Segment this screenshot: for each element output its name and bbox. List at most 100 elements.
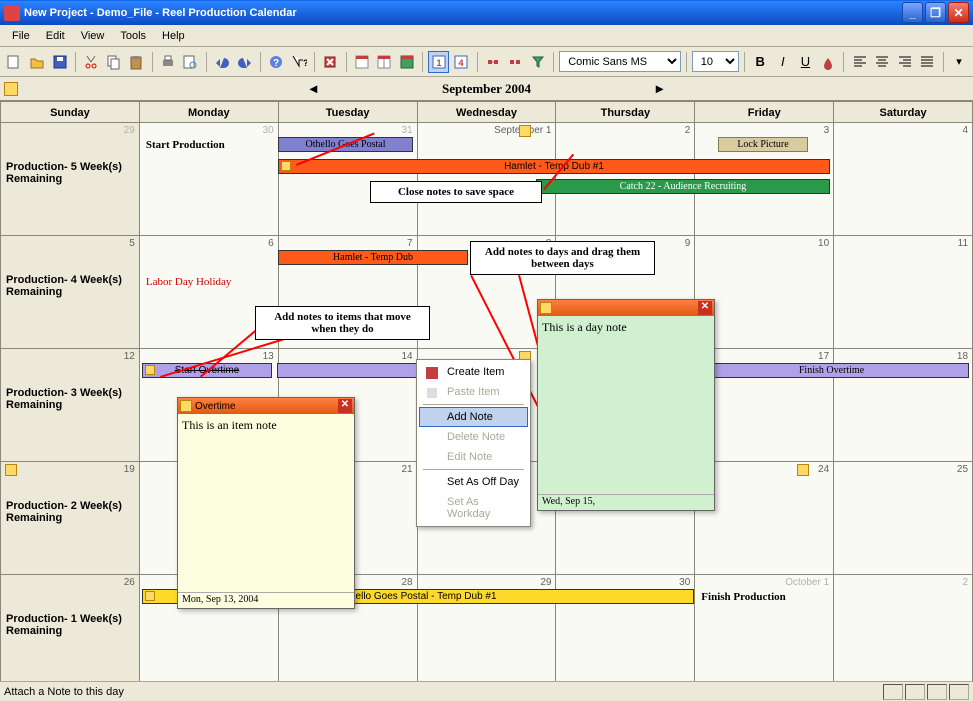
day-cell[interactable]: 4: [834, 123, 973, 235]
day-number: October 1: [785, 577, 829, 588]
event-blank-violet[interactable]: [277, 363, 417, 378]
close-button[interactable]: ✕: [948, 2, 969, 23]
menu-edit[interactable]: Edit: [38, 28, 73, 44]
sticky-body[interactable]: This is a day note: [538, 316, 714, 494]
unlink-icon[interactable]: [505, 51, 526, 73]
menu-view[interactable]: View: [73, 28, 113, 44]
day-number: 25: [957, 464, 968, 475]
event-finish-overtime[interactable]: Finish Overtime: [694, 363, 969, 378]
menu-tools[interactable]: Tools: [112, 28, 154, 44]
day-number: 13: [263, 351, 274, 362]
calendar-grid: Sunday Monday Tuesday Wednesday Thursday…: [0, 101, 973, 688]
dropdown-icon[interactable]: ▾: [949, 51, 970, 73]
save-icon[interactable]: [49, 51, 70, 73]
minimize-button[interactable]: _: [902, 2, 923, 23]
window-titlebar: New Project - Demo_File - Reel Productio…: [0, 0, 973, 25]
align-left-icon[interactable]: [849, 51, 870, 73]
day-cell[interactable]: 24: [695, 462, 834, 574]
align-center-icon[interactable]: [872, 51, 893, 73]
cal-view1-icon[interactable]: [352, 51, 373, 73]
event-catch22[interactable]: Catch 22 - Audience Recruiting: [536, 179, 830, 194]
svg-text:1: 1: [436, 58, 441, 68]
cut-icon[interactable]: [81, 51, 102, 73]
paste-icon[interactable]: [126, 51, 147, 73]
day-view-icon[interactable]: 1: [428, 51, 449, 73]
print-icon[interactable]: [158, 51, 179, 73]
menu-file[interactable]: File: [4, 28, 38, 44]
event-hamlet1[interactable]: Hamlet - Temp Dub #1: [278, 159, 830, 174]
menubar: File Edit View Tools Help: [0, 25, 973, 47]
sticky-note-overtime[interactable]: Overtime ✕ This is an item note Mon, Sep…: [177, 397, 355, 609]
day-cell[interactable]: October 1Finish Production: [695, 575, 834, 687]
week-label: Production- 5 Week(s) Remaining: [6, 161, 126, 185]
open-icon[interactable]: [27, 51, 48, 73]
sticky-header[interactable]: Overtime ✕: [178, 398, 354, 414]
day-note-icon[interactable]: [519, 125, 531, 137]
day-text: Finish Production: [701, 591, 785, 603]
day-cell[interactable]: 30Start Production: [140, 123, 279, 235]
justify-icon[interactable]: [917, 51, 938, 73]
cal-view2-icon[interactable]: [374, 51, 395, 73]
statusbar-text: Attach a Note to this day: [4, 686, 883, 698]
week-view-icon[interactable]: 4: [451, 51, 472, 73]
callout-add-items: Add notes to items that move when they d…: [255, 306, 430, 340]
filter-icon[interactable]: [528, 51, 549, 73]
menu-create-item[interactable]: Create Item: [419, 362, 528, 382]
menu-off-day[interactable]: Set As Off Day: [419, 472, 528, 492]
undo-icon[interactable]: [212, 51, 233, 73]
print-preview-icon[interactable]: [180, 51, 201, 73]
day-cell[interactable]: 11: [834, 236, 973, 348]
sticky-header[interactable]: ✕: [538, 300, 714, 316]
event-lock[interactable]: Lock Picture: [718, 137, 808, 152]
sticky-body[interactable]: This is an item note: [178, 414, 354, 592]
month-title: September 2004: [442, 81, 531, 97]
next-month-button[interactable]: ▸: [656, 80, 663, 97]
note-icon: [145, 365, 155, 375]
menu-add-note[interactable]: Add Note: [419, 407, 528, 427]
month-bar: ◂ September 2004 ▸: [0, 77, 973, 101]
maximize-button[interactable]: ❐: [925, 2, 946, 23]
align-right-icon[interactable]: [895, 51, 916, 73]
note-icon: [180, 400, 192, 412]
link-icon[interactable]: [482, 51, 503, 73]
day-note-icon[interactable]: [5, 464, 17, 476]
day-number: 30: [263, 125, 274, 136]
sticky-note-day[interactable]: ✕ This is a day note Wed, Sep 15,: [537, 299, 715, 511]
new-icon[interactable]: [4, 51, 25, 73]
color-icon[interactable]: [818, 51, 839, 73]
underline-icon[interactable]: U: [795, 51, 816, 73]
redo-icon[interactable]: [234, 51, 255, 73]
context-help-icon[interactable]: ?: [288, 51, 309, 73]
day-number: 29: [124, 125, 135, 136]
toolbar: ? ? 1 4 Comic Sans MS 10 B I U ▾: [0, 47, 973, 77]
cal-view3-icon[interactable]: [397, 51, 418, 73]
day-header-fri: Friday: [695, 101, 834, 123]
font-select[interactable]: Comic Sans MS: [559, 51, 681, 72]
menu-help[interactable]: Help: [154, 28, 193, 44]
help-icon[interactable]: ?: [266, 51, 287, 73]
day-cell[interactable]: 25: [834, 462, 973, 574]
status-pane: [949, 684, 969, 700]
week-label: Production- 1 Week(s) Remaining: [6, 613, 126, 637]
day-number: 12: [124, 351, 135, 362]
day-number: 6: [268, 238, 274, 249]
font-size-select[interactable]: 10: [692, 51, 739, 72]
sticky-close-button[interactable]: ✕: [338, 399, 352, 413]
day-note-icon[interactable]: [797, 464, 809, 476]
note-icon: [145, 591, 155, 601]
month-note-icon[interactable]: [4, 82, 18, 96]
day-cell[interactable]: 10: [695, 236, 834, 348]
italic-icon[interactable]: I: [773, 51, 794, 73]
day-number: 4: [962, 125, 968, 136]
prev-month-button[interactable]: ◂: [310, 80, 317, 97]
svg-text:?: ?: [303, 58, 307, 68]
delete-red-icon[interactable]: [320, 51, 341, 73]
menu-paste-item: Paste Item: [419, 382, 528, 402]
status-pane: [905, 684, 925, 700]
day-header-sun: Sunday: [0, 101, 140, 123]
bold-icon[interactable]: B: [750, 51, 771, 73]
sticky-close-button[interactable]: ✕: [698, 301, 712, 315]
copy-icon[interactable]: [103, 51, 124, 73]
day-cell[interactable]: 2: [834, 575, 973, 687]
event-hamlet-dub[interactable]: Hamlet - Temp Dub: [278, 250, 468, 265]
